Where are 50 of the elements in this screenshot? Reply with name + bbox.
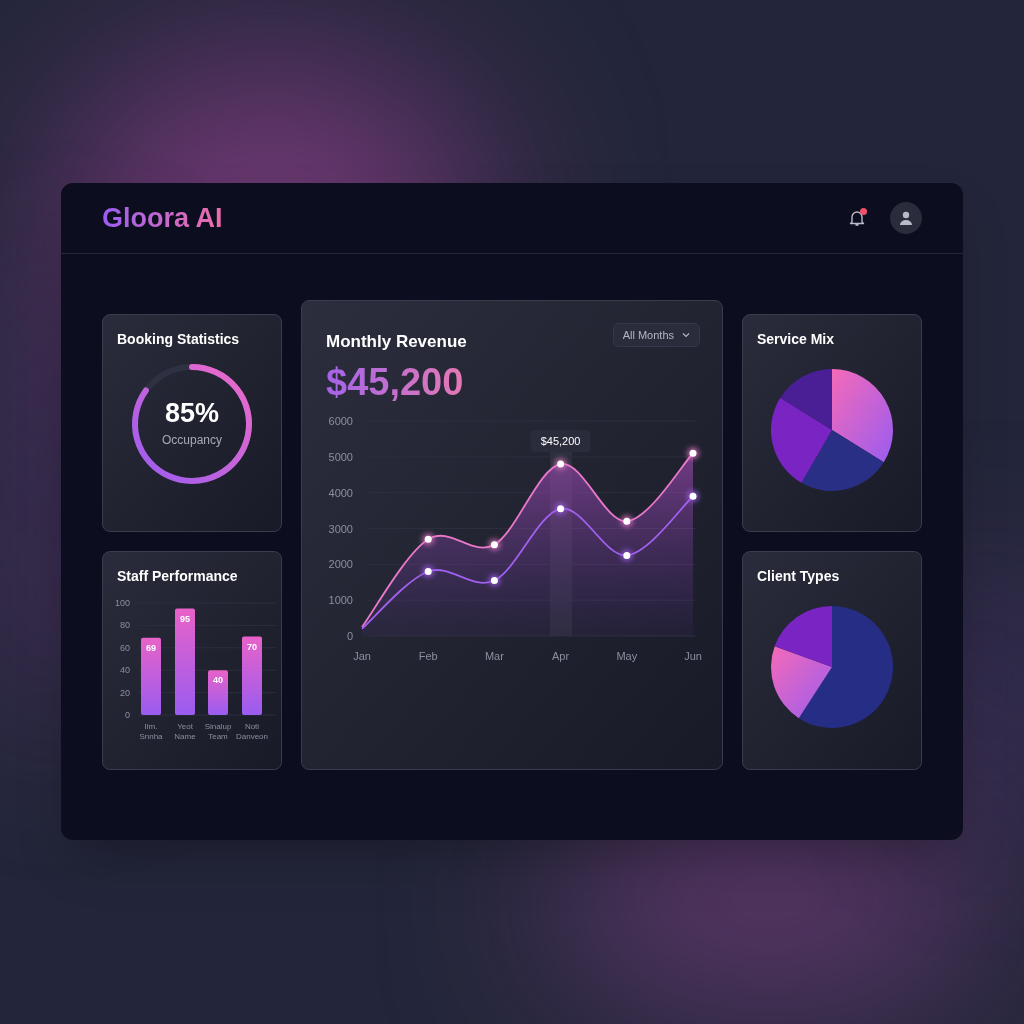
occupancy-label: Occupancy xyxy=(162,431,222,449)
occupancy-value: 85% xyxy=(164,399,219,427)
data-point xyxy=(488,573,501,586)
data-point xyxy=(620,514,633,527)
bar-value-label: 40 xyxy=(213,675,223,686)
bar xyxy=(208,670,228,715)
card-title: Booking Statistics xyxy=(117,330,241,349)
category-label: Sinalup Team xyxy=(204,722,232,741)
data-point xyxy=(422,565,435,577)
category-label: Noti Danveon xyxy=(236,722,268,741)
card-title: Service Mix xyxy=(757,330,836,349)
category-label: Yeot Name xyxy=(174,722,196,741)
card-title: Staff Performance xyxy=(116,567,239,586)
axis-label: 4000 xyxy=(328,486,353,499)
axis-label: 60 xyxy=(120,642,130,653)
data-point xyxy=(488,538,501,551)
axis-label: May xyxy=(616,649,638,662)
data-point xyxy=(422,532,435,545)
chevron-down-icon xyxy=(682,332,690,338)
axis-label: Mar xyxy=(484,649,504,662)
card-title: Client Types xyxy=(757,567,841,586)
axis-label: Apr xyxy=(552,649,570,662)
axis-label: 1000 xyxy=(328,593,353,606)
axis-label: Jun xyxy=(684,649,702,662)
axis-label: 80 xyxy=(120,620,130,631)
user-avatar[interactable] xyxy=(890,202,922,234)
bar-value-label: 95 xyxy=(180,613,190,624)
annotation: $45,200 xyxy=(540,434,581,447)
axis-label: 2000 xyxy=(328,557,353,570)
axis-label: 0 xyxy=(125,710,130,720)
category-label: Ilm. Snnha xyxy=(139,722,163,741)
value-tooltip: $45,200 xyxy=(530,429,591,452)
axis-label: 3000 xyxy=(328,522,353,534)
axis-label: Feb xyxy=(418,649,438,662)
card-title: Monthly Revenue xyxy=(326,331,467,353)
axis-label: 0 xyxy=(346,629,353,642)
axis-label: 20 xyxy=(120,687,130,698)
bar-value-label: 69 xyxy=(146,642,156,653)
axis-label: 40 xyxy=(120,665,130,676)
data-point xyxy=(554,502,567,515)
axis-label: Jan xyxy=(353,649,371,662)
month-filter-dropdown[interactable]: All Months xyxy=(612,323,700,347)
axis-label: 100 xyxy=(114,598,130,608)
data-point xyxy=(687,446,699,459)
data-point xyxy=(554,457,567,470)
data-point xyxy=(620,548,633,561)
axis-label: 5000 xyxy=(328,450,353,463)
bar-value-label: 70 xyxy=(247,641,257,652)
data-point xyxy=(687,489,699,502)
axis-label: 6000 xyxy=(328,414,353,427)
